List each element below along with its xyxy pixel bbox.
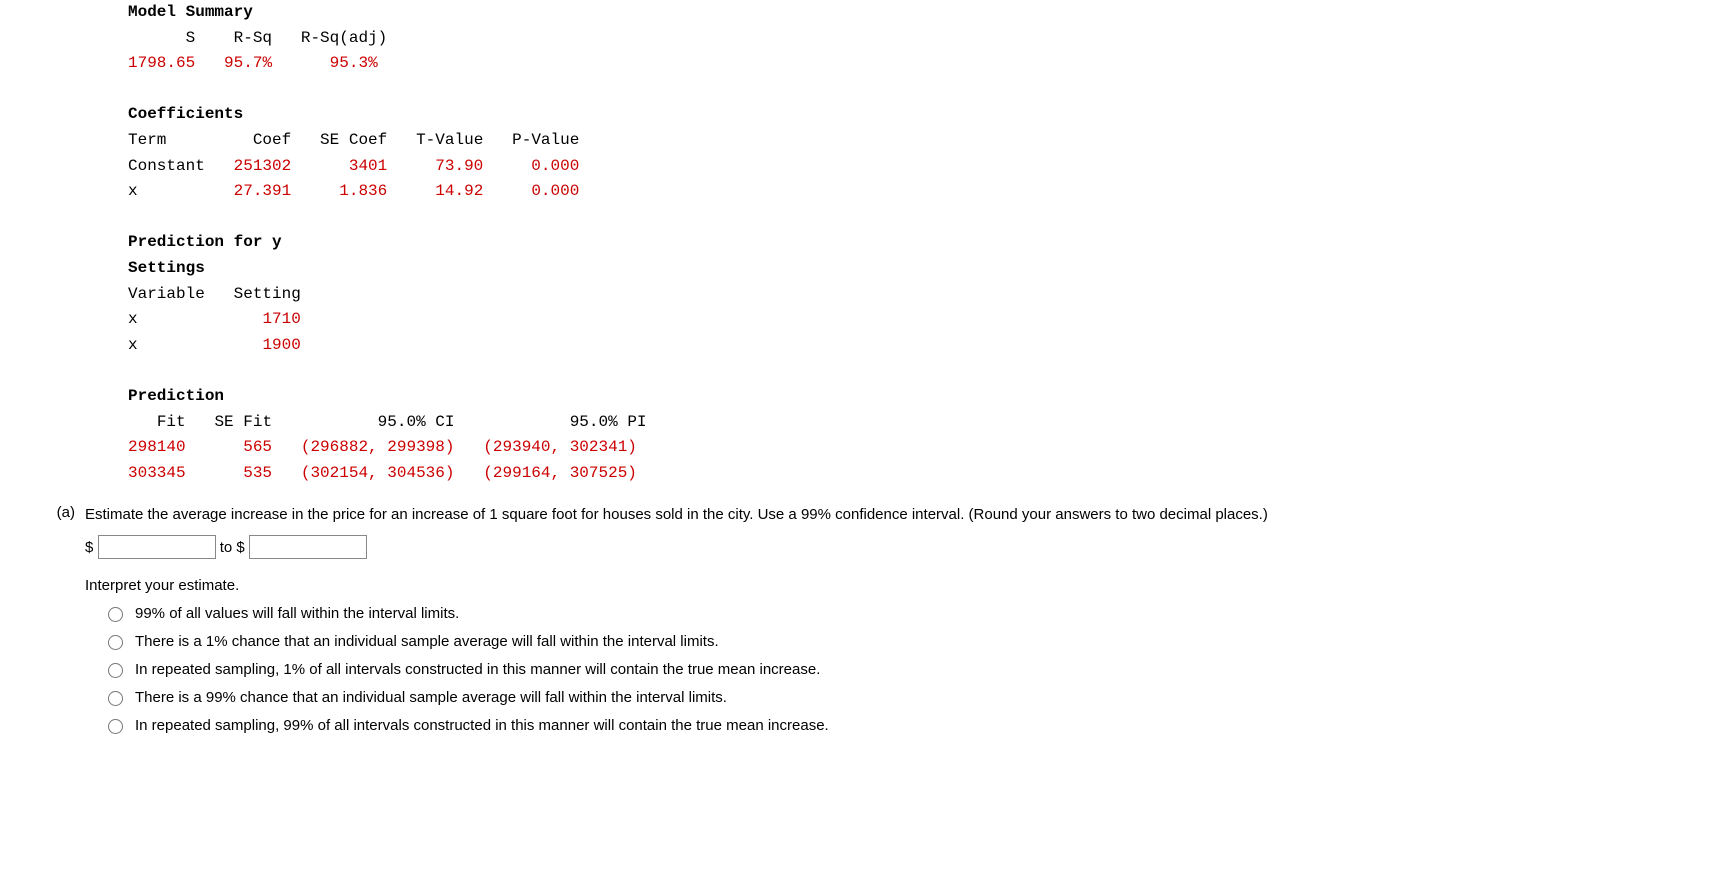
option-4[interactable]: In repeated sampling, 99% of all interva… — [103, 716, 1693, 734]
options-group: 99% of all values will fall within the i… — [85, 604, 1693, 734]
settings-row-0: x 1710 — [128, 310, 301, 328]
option-text-1: There is a 1% chance that an individual … — [135, 633, 719, 650]
settings-title: Settings — [128, 259, 205, 277]
prediction-for-y-title: Prediction for y — [128, 233, 282, 251]
question-label: (a) — [20, 504, 85, 521]
prediction-row-1: 303345 535 (302154, 304536) (299164, 307… — [128, 464, 637, 482]
option-1[interactable]: There is a 1% chance that an individual … — [103, 632, 1693, 650]
dollar-prefix-1: $ — [85, 539, 93, 556]
prediction-row-0: 298140 565 (296882, 299398) (293940, 302… — [128, 438, 637, 456]
option-radio-2[interactable] — [108, 663, 123, 678]
lower-bound-input[interactable] — [98, 535, 216, 559]
coef-row-1: x 27.391 1.836 14.92 0.000 — [128, 182, 579, 200]
settings-headers: Variable Setting — [128, 285, 301, 303]
option-text-4: In repeated sampling, 99% of all interva… — [135, 717, 829, 734]
regression-output: Model Summary S R-Sq R-Sq(adj) 1798.65 9… — [128, 0, 1693, 486]
coef-row-0: Constant 251302 3401 73.90 0.000 — [128, 157, 579, 175]
header-s: S R-Sq R-Sq(adj) — [128, 29, 387, 47]
coefficients-title: Coefficients — [128, 105, 243, 123]
interpret-label: Interpret your estimate. — [85, 577, 1693, 594]
option-radio-1[interactable] — [108, 635, 123, 650]
option-2[interactable]: In repeated sampling, 1% of all interval… — [103, 660, 1693, 678]
option-text-3: There is a 99% chance that an individual… — [135, 689, 727, 706]
model-summary-values: 1798.65 95.7% 95.3% — [128, 54, 378, 72]
option-radio-4[interactable] — [108, 719, 123, 734]
answer-line: $ to $ — [85, 535, 1693, 559]
option-0[interactable]: 99% of all values will fall within the i… — [103, 604, 1693, 622]
prediction-headers: Fit SE Fit 95.0% CI 95.0% PI — [128, 413, 647, 431]
option-radio-0[interactable] — [108, 607, 123, 622]
upper-bound-input[interactable] — [249, 535, 367, 559]
option-text-2: In repeated sampling, 1% of all interval… — [135, 661, 820, 678]
to-label: to $ — [220, 539, 245, 556]
question-text: Estimate the average increase in the pri… — [85, 504, 1693, 525]
question-a: (a) Estimate the average increase in the… — [20, 504, 1693, 744]
prediction-title: Prediction — [128, 387, 224, 405]
coefficients-headers: Term Coef SE Coef T-Value P-Value — [128, 131, 579, 149]
option-text-0: 99% of all values will fall within the i… — [135, 605, 459, 622]
option-3[interactable]: There is a 99% chance that an individual… — [103, 688, 1693, 706]
model-summary-title: Model Summary — [128, 3, 253, 21]
page: Model Summary S R-Sq R-Sq(adj) 1798.65 9… — [0, 0, 1713, 764]
question-body: Estimate the average increase in the pri… — [85, 504, 1693, 744]
settings-row-1: x 1900 — [128, 336, 301, 354]
option-radio-3[interactable] — [108, 691, 123, 706]
